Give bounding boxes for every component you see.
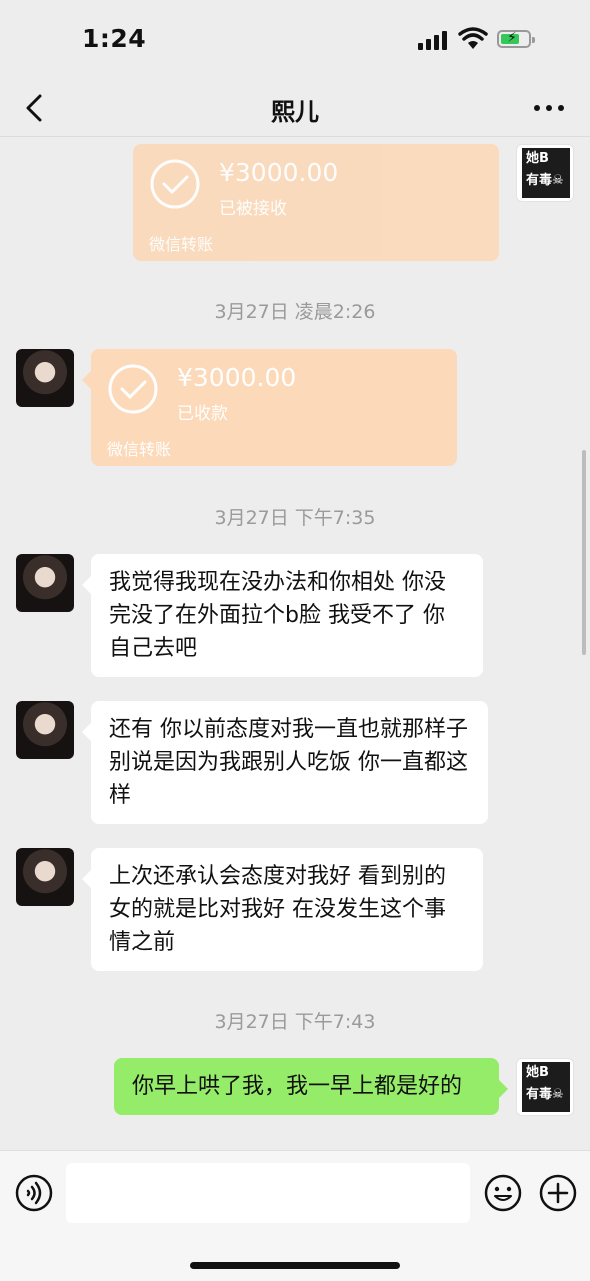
voice-icon[interactable]	[14, 1173, 54, 1213]
transfer-status: 已被接收	[219, 199, 287, 219]
nav-bar: 熙儿	[0, 80, 590, 137]
my-avatar[interactable]: 她B 有毒☠	[516, 1058, 574, 1116]
timestamp: 3月27日 下午7:43	[214, 1011, 376, 1033]
transfer-footer: 微信转账	[149, 235, 214, 254]
avatar-text-2: 有毒☠	[526, 173, 564, 188]
check-icon	[150, 159, 200, 209]
message-input[interactable]	[66, 1163, 470, 1223]
contact-avatar[interactable]	[16, 701, 74, 759]
wifi-icon	[458, 27, 488, 49]
emoji-icon[interactable]	[483, 1173, 523, 1213]
contact-avatar[interactable]	[16, 848, 74, 906]
my-avatar[interactable]: 她B 有毒☠	[516, 144, 574, 202]
chat-area[interactable]: ¥3000.00 已被接收 微信转账 她B 有毒☠ 3月27日 凌晨2:26 ¥3…	[0, 137, 590, 1150]
avatar-text-2: 有毒☠	[526, 1087, 564, 1102]
transfer-status: 已收款	[177, 404, 228, 424]
input-bar	[0, 1150, 590, 1281]
message-bubble-received[interactable]: 我觉得我现在没办法和你相处 你没完没了在外面拉个b脸 我受不了 你自己去吧	[82, 554, 483, 677]
transfer-message-received[interactable]: ¥3000.00 已收款 微信转账	[82, 349, 457, 466]
timestamp: 3月27日 下午7:35	[214, 507, 376, 529]
transfer-amount: ¥3000.00	[177, 363, 297, 392]
transfer-message-sent[interactable]: ¥3000.00 已被接收 微信转账	[133, 144, 499, 261]
message-bubble-received[interactable]: 上次还承认会态度对我好 看到别的女的就是比对我好 在没发生这个事情之前	[82, 848, 483, 971]
avatar-text-1: 她B	[526, 1065, 549, 1080]
contact-avatar[interactable]	[16, 349, 74, 407]
avatar-text-1: 她B	[526, 151, 549, 166]
plus-icon[interactable]	[538, 1173, 578, 1213]
transfer-amount: ¥3000.00	[219, 158, 339, 187]
status-time: 1:24	[82, 24, 147, 53]
cellular-signal-icon	[418, 30, 450, 50]
contact-avatar[interactable]	[16, 554, 74, 612]
scrollbar[interactable]	[582, 450, 586, 655]
battery-icon: ⚡	[497, 30, 535, 48]
message-bubble-sent[interactable]: 你早上哄了我，我一早上都是好的	[114, 1058, 508, 1115]
timestamp: 3月27日 凌晨2:26	[214, 301, 376, 323]
check-icon	[108, 364, 158, 414]
transfer-footer: 微信转账	[107, 440, 172, 459]
home-indicator[interactable]	[190, 1262, 400, 1269]
more-icon[interactable]	[532, 94, 566, 122]
chat-title: 熙儿	[271, 98, 319, 126]
message-bubble-received[interactable]: 还有 你以前态度对我一直也就那样子 别说是因为我跟别人吃饭 你一直都这样	[82, 701, 488, 824]
status-bar: 1:24 ⚡	[0, 0, 590, 80]
